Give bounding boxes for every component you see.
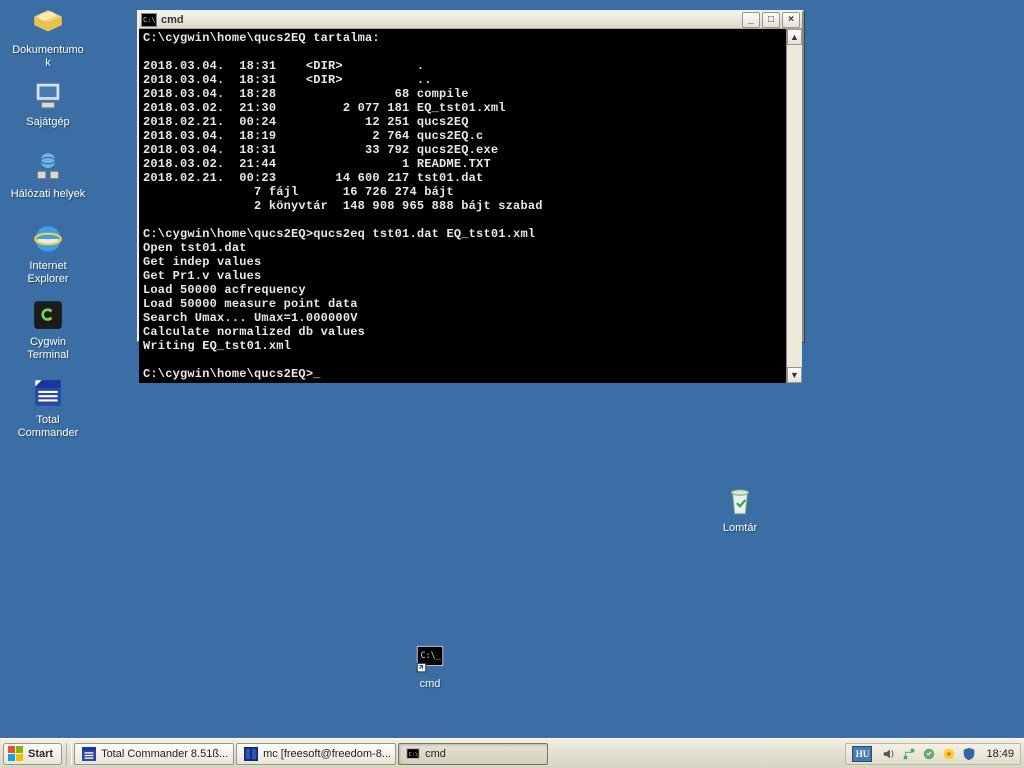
tray-shield-icon[interactable]	[962, 747, 976, 761]
cmd-titlebar[interactable]: cmd _ □ ×	[139, 12, 802, 29]
taskbar-item-label: Total Commander 8.51ß...	[101, 748, 228, 760]
recycle-icon	[723, 484, 757, 518]
desktop-icon-recycle[interactable]: Lomtár	[702, 484, 778, 535]
svg-text:C:\: C:\	[409, 751, 418, 757]
mc-task-icon	[243, 747, 259, 761]
desktop-icon-label: Cygwin Terminal	[10, 336, 86, 362]
cmd-output[interactable]: C:\cygwin\home\qucs2EQ tartalma: 2018.03…	[139, 29, 786, 383]
scroll-up-button[interactable]: ▲	[787, 29, 802, 45]
desktop-icon-cmd-shortcut[interactable]: C:\_cmd	[392, 640, 468, 691]
desktop-icon-label: Internet Explorer	[10, 260, 86, 286]
taskbar-item-label: mc [freesoft@freedom-8...	[263, 748, 391, 760]
cmd-title-icon	[141, 13, 157, 27]
system-tray[interactable]: HU 18:49	[845, 743, 1021, 765]
desktop-icon-cygwin[interactable]: Cygwin Terminal	[10, 298, 86, 362]
taskbar: Start Total Commander 8.51ß... mc [freeso…	[0, 738, 1024, 768]
cmd-task-icon: C:\	[405, 747, 421, 761]
scroll-track[interactable]	[787, 45, 802, 367]
cmd-scrollbar[interactable]: ▲ ▼	[786, 29, 802, 383]
windows-flag-icon	[8, 746, 24, 762]
desktop-icon-documents[interactable]: Dokumentumok	[10, 6, 86, 70]
tray-updates-icon[interactable]	[942, 747, 956, 761]
desktop-icon-label: cmd	[420, 678, 441, 691]
taskbar-item-cmd[interactable]: C:\ cmd	[398, 743, 548, 765]
maximize-button[interactable]: □	[762, 12, 780, 28]
desktop-icon-totalcmd[interactable]: Total Commander	[10, 376, 86, 440]
desktop-icon-label: Sajátgép	[26, 116, 69, 129]
cygwin-icon	[31, 298, 65, 332]
cmd-title-text: cmd	[161, 14, 742, 26]
taskbar-item-tc[interactable]: Total Commander 8.51ß...	[74, 743, 234, 765]
desktop-icon-mycomputer[interactable]: Sajátgép	[10, 78, 86, 129]
documents-icon	[31, 6, 65, 40]
taskbar-items: Total Commander 8.51ß... mc [freesoft@fre…	[74, 743, 550, 765]
tray-network-icon[interactable]	[902, 747, 916, 761]
ie-icon	[31, 222, 65, 256]
cmd-shortcut-icon: C:\_	[413, 640, 447, 674]
desktop-icon-ie[interactable]: Internet Explorer	[10, 222, 86, 286]
cmd-window: cmd _ □ × C:\cygwin\home\qucs2EQ tartalm…	[137, 10, 804, 342]
scroll-down-button[interactable]: ▼	[787, 367, 802, 383]
totalcmd-icon	[31, 376, 65, 410]
taskbar-item-mc[interactable]: mc [freesoft@freedom-8...	[236, 743, 396, 765]
taskbar-separator	[66, 743, 72, 765]
tc-task-icon	[81, 747, 97, 761]
desktop-icon-label: Dokumentumok	[10, 44, 86, 70]
minimize-button[interactable]: _	[742, 12, 760, 28]
desktop-icon-network[interactable]: Hálózati helyek	[10, 150, 86, 201]
cmd-body: C:\cygwin\home\qucs2EQ tartalma: 2018.03…	[139, 29, 802, 383]
svg-text:C:\_: C:\_	[420, 651, 441, 661]
network-icon	[31, 150, 65, 184]
desktop-icon-label: Hálózati helyek	[11, 188, 86, 201]
desktop-icon-label: Lomtár	[723, 522, 757, 535]
desktop-icon-label: Total Commander	[10, 414, 86, 440]
start-label: Start	[28, 748, 53, 760]
taskbar-clock[interactable]: 18:49	[982, 748, 1014, 760]
language-indicator[interactable]: HU	[852, 746, 872, 762]
taskbar-item-label: cmd	[425, 748, 446, 760]
start-button[interactable]: Start	[3, 743, 62, 765]
tray-safely-remove-icon[interactable]	[922, 747, 936, 761]
mycomputer-icon	[31, 78, 65, 112]
close-button[interactable]: ×	[782, 12, 800, 28]
tray-speaker-icon[interactable]	[882, 747, 896, 761]
